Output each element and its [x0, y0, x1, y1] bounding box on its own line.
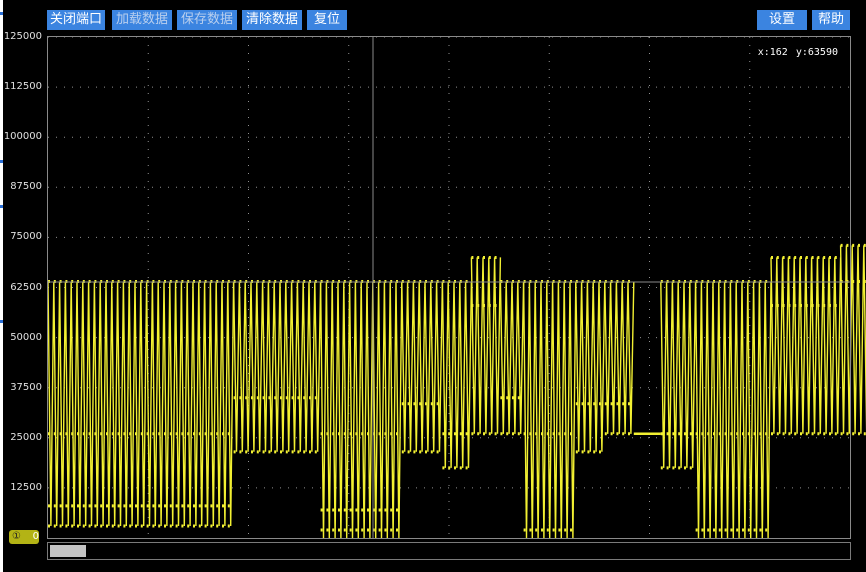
waveform-burst [47, 281, 130, 527]
waveform-burst [575, 281, 606, 452]
waveform-burst [604, 281, 635, 434]
cursor-x-readout: x:162 [757, 47, 788, 58]
waveform-burst [839, 245, 866, 434]
waveform-trace [47, 243, 866, 539]
waveform-burst [319, 281, 403, 539]
waveform-burst [694, 281, 772, 539]
waveform-burst [770, 257, 842, 434]
channel-badge[interactable]: ① 0 [9, 530, 39, 544]
channel-value: 0 [32, 531, 39, 542]
scrollbar-thumb[interactable] [50, 545, 86, 557]
waveform-plot[interactable] [0, 0, 866, 572]
waveform-burst [232, 281, 322, 452]
horizontal-scrollbar[interactable] [47, 542, 851, 560]
waveform-burst [522, 281, 577, 539]
channel-number: ① [12, 531, 21, 542]
cursor-y-readout: y:63590 [795, 47, 838, 58]
waveform-burst [128, 281, 235, 527]
cursor-readout: x:162 y:63590 [756, 47, 838, 58]
waveform-burst [660, 281, 697, 468]
waveform-burst [470, 257, 502, 434]
waveform-burst [401, 281, 444, 452]
waveform-burst [499, 281, 525, 434]
waveform-burst [441, 281, 473, 468]
